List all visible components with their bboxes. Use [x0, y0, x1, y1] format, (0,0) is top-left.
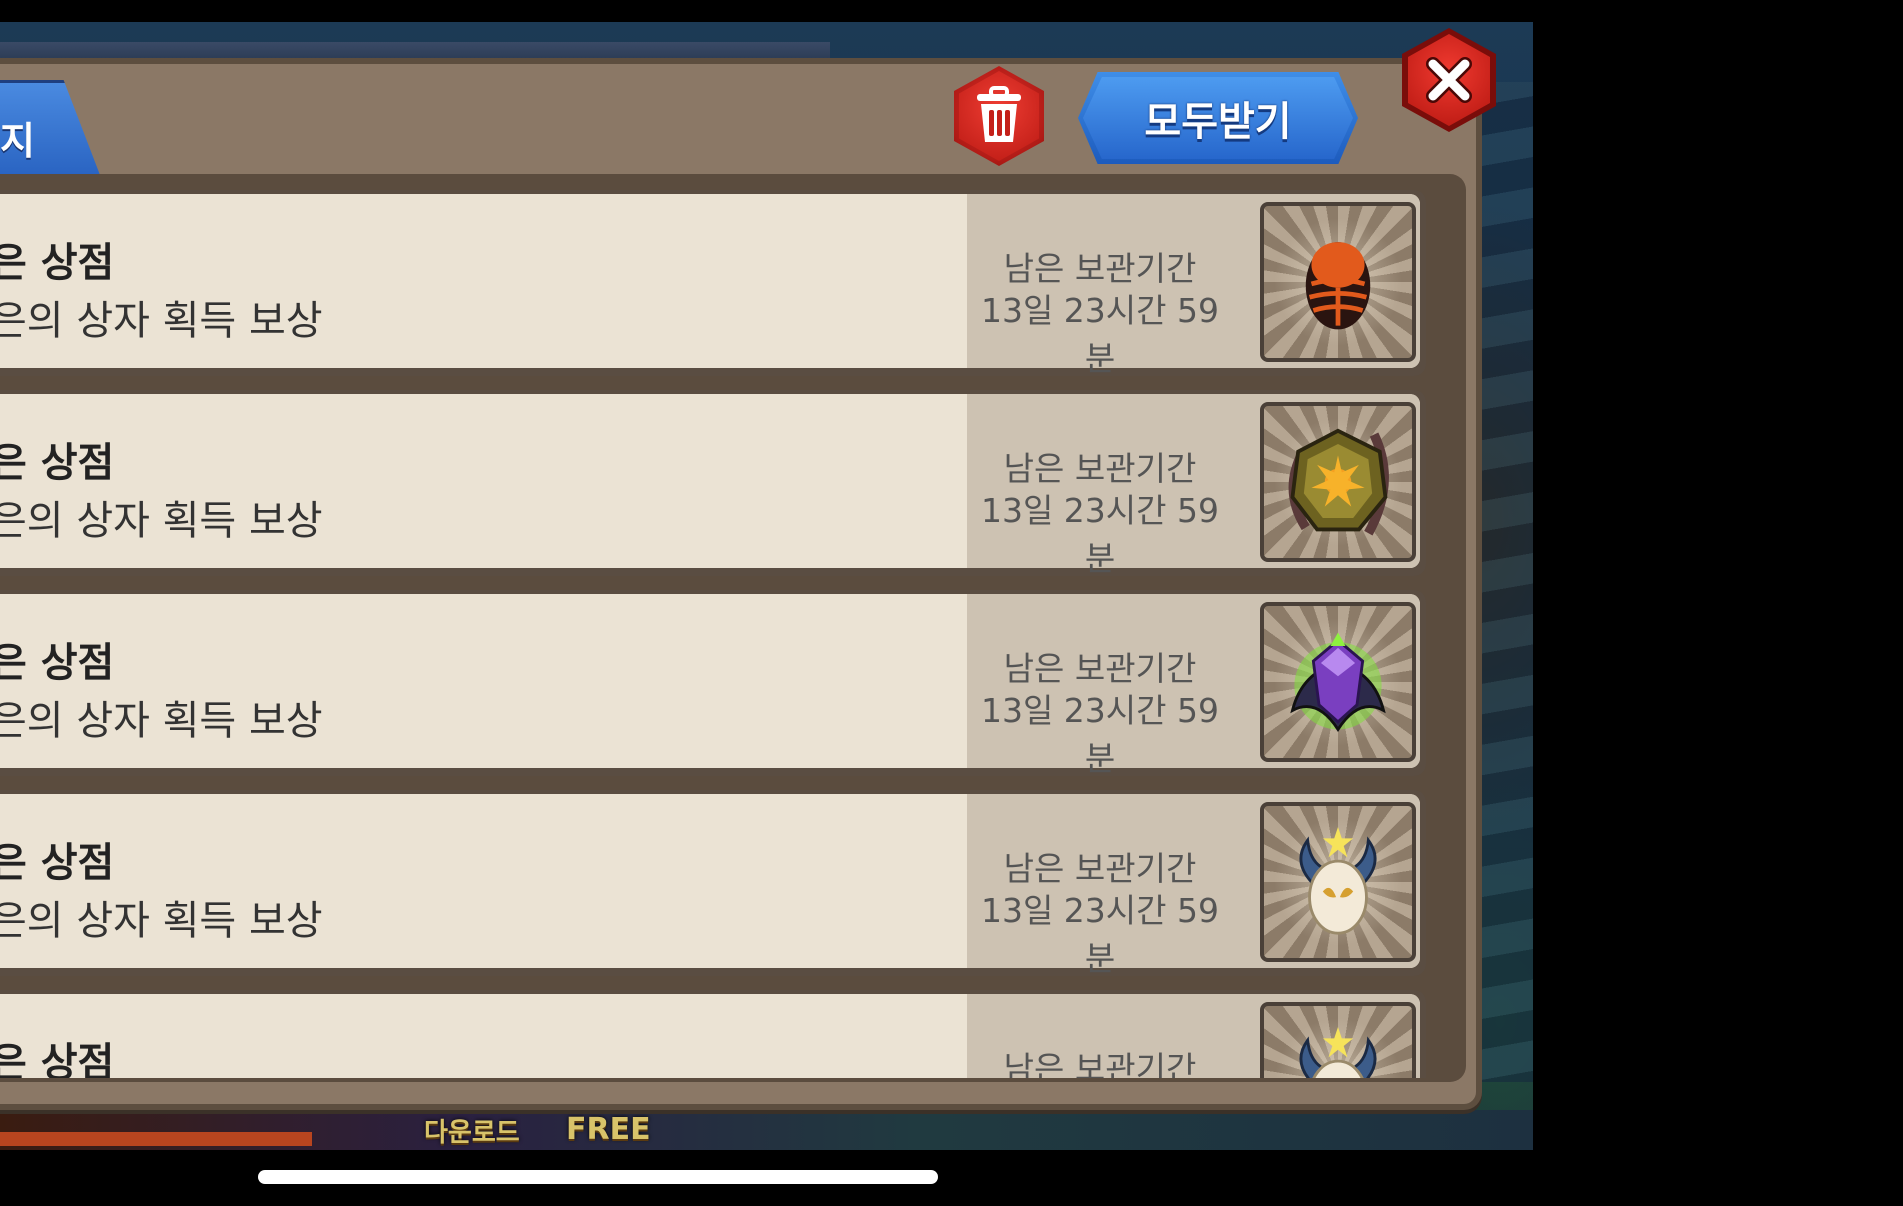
remaining-period-value: 13일 23시간 59분 — [980, 491, 1220, 576]
remaining-period-label: 남은 보관기간 — [1003, 849, 1197, 888]
remaining-period-label: 남은 보관기간 — [1003, 649, 1197, 688]
mail-list[interactable]: 은 상점 은의 상자 획득 보상 남은 보관기간 13일 23시간 59분 은 … — [0, 190, 1430, 1078]
receive-all-button[interactable]: 모두받기 — [1078, 72, 1358, 164]
reward-slot[interactable] — [1260, 802, 1416, 962]
remaining-period-label: 남은 보관기간 — [1003, 1049, 1197, 1078]
trash-icon — [977, 86, 1021, 142]
horned-mask-icon — [1299, 1026, 1377, 1078]
mail-description: 은의 상자 획득 보상 — [0, 698, 323, 744]
orange-egg-icon — [1305, 242, 1371, 330]
close-icon — [1426, 57, 1472, 103]
remaining-period-value: 13일 23시간 59분 — [980, 691, 1220, 776]
mail-item[interactable]: 은 상점 은의 상자 획득 보상 남은 보관기간 13일 23시간 59분 — [0, 790, 1426, 976]
reward-slot[interactable] — [1260, 1002, 1416, 1078]
mail-title: 은 상점 — [0, 840, 115, 886]
mail-title: 은 상점 — [0, 440, 115, 486]
mail-item[interactable]: 은 상점 은의 상자 획득 보상 남은 보관기간 13일 23시간 59분 — [0, 590, 1426, 776]
receive-all-label: 모두받기 — [1144, 99, 1292, 145]
mail-description: 은의 상자 획득 보상 — [0, 498, 323, 544]
promo-download-text: 다운로드 — [424, 1118, 520, 1148]
home-indicator[interactable] — [258, 1170, 938, 1184]
mail-title: 은 상점 — [0, 240, 115, 286]
remaining-period-label: 남은 보관기간 — [1003, 249, 1197, 288]
reward-slot[interactable] — [1260, 602, 1416, 762]
background-progress-bar — [0, 1132, 312, 1146]
mail-item[interactable]: 은 상점 은의 상자 획득 보상 남은 보관기간 13일 23시간 59분 — [0, 390, 1426, 576]
remaining-period-value: 13일 23시간 59분 — [980, 891, 1220, 976]
remaining-period-value: 13일 23시간 59분 — [980, 291, 1220, 376]
reward-slot[interactable] — [1260, 202, 1416, 362]
tab-mailbox-label: 지 — [0, 119, 35, 163]
promo-free-text: FREE — [566, 1112, 651, 1147]
mail-title: 은 상점 — [0, 1040, 115, 1078]
reward-slot[interactable] — [1260, 402, 1416, 562]
mail-item[interactable]: 은 상점 은의 상자 획득 보상 남은 보관기간 13일 23시간 59분 — [0, 190, 1426, 376]
gold-sun-rune-icon — [1288, 428, 1389, 536]
mail-description: 은의 상자 획득 보상 — [0, 298, 323, 344]
mail-description: 은의 상자 획득 보상 — [0, 898, 323, 944]
mail-item[interactable]: 은 상점 남은 보관기간 — [0, 990, 1426, 1078]
horned-mask-icon — [1299, 826, 1377, 935]
remaining-period-label: 남은 보관기간 — [1003, 449, 1197, 488]
purple-crest-icon — [1290, 632, 1386, 733]
mail-title: 은 상점 — [0, 640, 115, 686]
